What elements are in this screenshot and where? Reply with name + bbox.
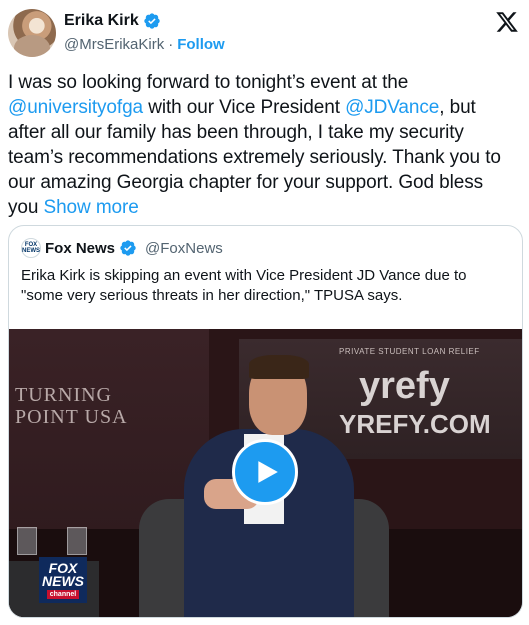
tweet-line: @universityofga with our Vice President … [8,95,523,120]
tweet-text-segment: with our Vice President [143,97,346,118]
separator-dot: · [168,36,174,53]
author-handle-row: @MrsErikaKirk · Follow [64,36,225,53]
play-button[interactable] [232,439,298,505]
verified-badge-icon [144,13,160,29]
banner-line: POINT USA [15,406,128,428]
author-name[interactable]: Erika Kirk [64,12,139,30]
sponsor-brand: yrefy [359,365,450,407]
water-glass [67,527,87,555]
author-name-row: Erika Kirk [64,12,161,30]
mention-link[interactable]: @JDVance [345,97,439,118]
tweet-line: I was so looking forward to tonight’s ev… [8,72,409,93]
sponsor-url: YREFY.COM [339,409,491,439]
tweet-text: I was so looking forward to tonight’s ev… [8,70,523,220]
fox-news-avatar[interactable]: FOX NEWS [21,238,41,258]
author-handle[interactable]: @MrsErikaKirk [64,36,164,53]
quoted-tweet-header: FOX NEWS Fox News @FoxNews [21,238,223,258]
banner-line: TURNING [15,384,112,406]
quoted-author-handle[interactable]: @FoxNews [145,240,223,257]
tweet-text-segment: you [8,197,44,218]
fox-news-channel-logo: FOX NEWS channel [39,557,87,603]
tweet-text-segment: , but [439,97,476,118]
quoted-author-name[interactable]: Fox News [45,240,115,257]
fox-logo-line: NEWS [42,572,84,589]
speaker-hair [249,355,309,379]
follow-button[interactable]: Follow [177,36,225,53]
fox-logo-channel: channel [46,589,80,599]
x-logo-icon[interactable] [495,10,519,34]
mention-link[interactable]: @universityofga [8,97,143,118]
sponsor-tagline: PRIVATE STUDENT LOAN RELIEF [339,347,480,356]
quoted-tweet[interactable]: FOX NEWS Fox News @FoxNews Erika Kirk is… [8,225,523,618]
quoted-tweet-text: Erika Kirk is skipping an event with Vic… [21,267,467,304]
tweet-header: Erika Kirk @MrsErikaKirk · Follow [0,0,529,64]
show-more-link[interactable]: Show more [44,197,139,218]
turning-point-banner: TURNING POINT USA [15,384,128,428]
water-glass [17,527,37,555]
verified-badge-icon [120,240,136,256]
tweet-line: our amazing Georgia chapter for your sup… [8,172,484,193]
tweet-line: after all our family has been through, I… [8,122,464,143]
author-avatar[interactable] [8,9,56,57]
tweet-line: you Show more [8,195,523,220]
video-thumbnail[interactable]: TURNING POINT USA PRIVATE STUDENT LOAN R… [9,329,522,617]
tweet-line: team’s recommendations extremely serious… [8,147,501,168]
play-icon [258,461,278,483]
